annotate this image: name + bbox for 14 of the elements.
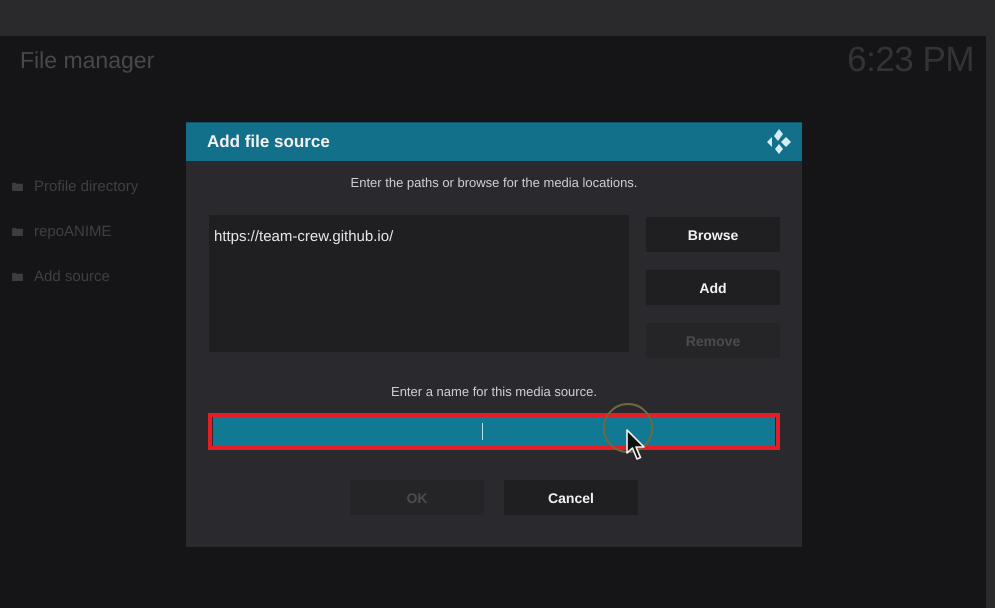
folder-icon	[12, 272, 23, 281]
diamond-logo-icon	[767, 129, 793, 155]
dialog-button[interactable]: Cancel	[504, 480, 638, 515]
dialog-title: Add file source	[207, 132, 330, 152]
click-ring-icon	[602, 402, 654, 454]
mouse-pointer-icon	[626, 429, 646, 462]
path-item[interactable]: https://team-crew.github.io/	[214, 227, 394, 247]
dialog-button[interactable]: Add	[646, 270, 780, 305]
name-input-field[interactable]	[213, 417, 775, 446]
name-prompt: Enter a name for this media source.	[391, 383, 597, 401]
dialog-button[interactable]: Browse	[646, 217, 780, 252]
folder-icon	[12, 182, 23, 191]
folder-icon	[12, 227, 23, 236]
paths-prompt: Enter the paths or browse for the media locations.	[350, 174, 638, 192]
